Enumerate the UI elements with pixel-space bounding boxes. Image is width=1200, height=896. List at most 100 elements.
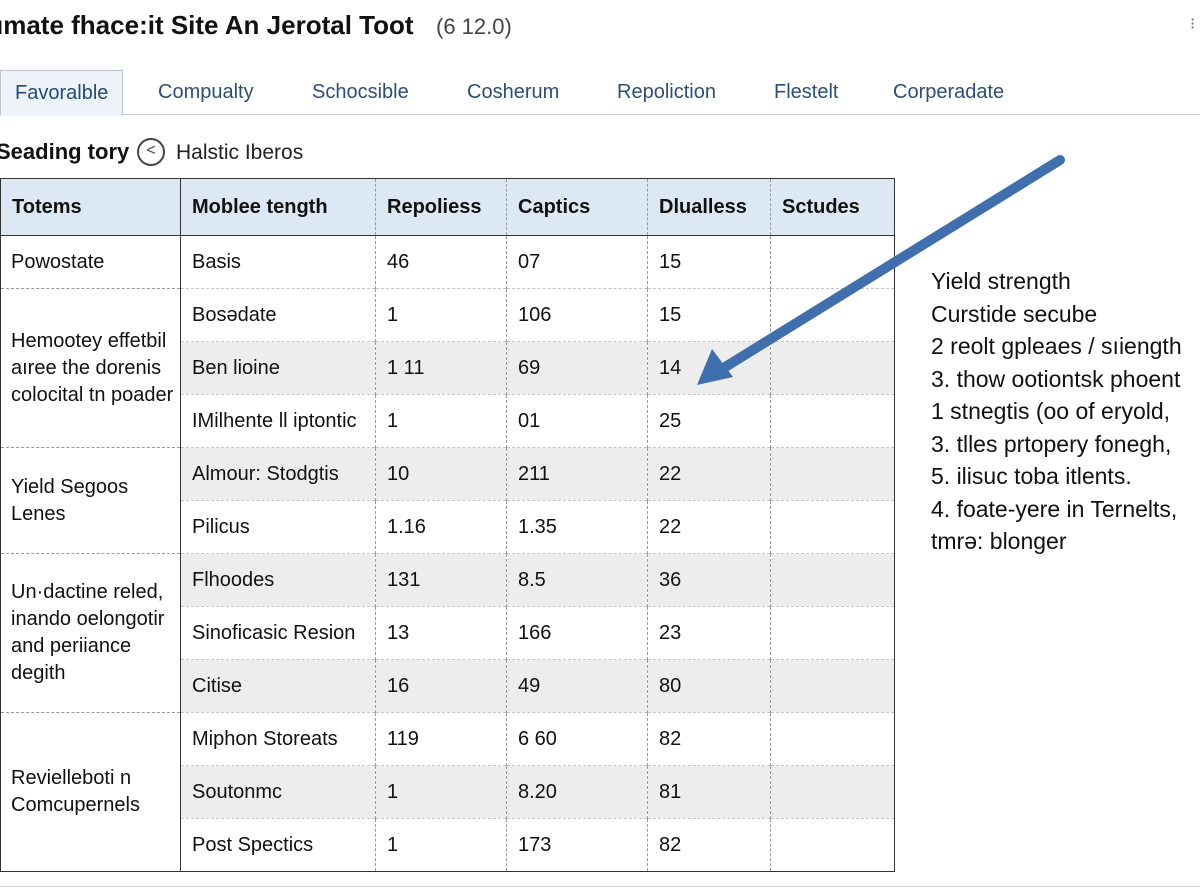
table-cell: 15 — [647, 288, 771, 342]
section-header: Seading tory < Halstic Iberos — [0, 138, 600, 168]
group-label: Yield Segoos Lenes — [0, 447, 181, 554]
section-title: Seading tory — [0, 139, 130, 164]
note-line: 3. tlles prtopery fonegh, — [931, 430, 1172, 457]
group-label: Revielleboti n Comcupernels — [0, 712, 181, 872]
note-line: 1 stnegtis (oo of eryold, — [931, 398, 1171, 424]
table-cell — [770, 765, 895, 819]
tab-schocsible[interactable]: Schocsible — [312, 70, 409, 114]
table-cell: 25 — [647, 394, 771, 448]
table-cell: 46 — [375, 235, 507, 289]
table-cell: 16 — [375, 659, 507, 713]
table-row[interactable]: Revielleboti n Comcupernels Miphon Store… — [0, 712, 895, 872]
table-cell: 106 — [506, 288, 648, 342]
table-cell: 15 — [647, 235, 771, 289]
tab-compualty[interactable]: Compualty — [158, 70, 254, 114]
note-line: Curstide secube — [931, 300, 1098, 327]
table-cell: 131 — [375, 553, 507, 607]
note-line: 3. thow ootiontsk phoent — [931, 365, 1181, 392]
table-cell — [770, 394, 895, 448]
table-cell — [770, 712, 895, 766]
table-cell — [770, 553, 895, 607]
table-cell: 22 — [647, 500, 771, 554]
table-cell: 82 — [647, 712, 771, 766]
chevron-left-icon[interactable]: < — [137, 138, 165, 166]
tab-flestelt[interactable]: Flestelt — [774, 70, 838, 114]
table-cell: 1 — [375, 765, 507, 819]
table-cell: Soutonmc — [180, 765, 376, 819]
table-cell: 119 — [375, 712, 507, 766]
tab-cosherum[interactable]: Cosherum — [467, 70, 559, 114]
table-cell — [770, 500, 895, 554]
table-cell: Ben lioine — [180, 341, 376, 395]
table-cell: 82 — [647, 818, 771, 872]
group-label: Powostate — [0, 235, 181, 289]
table-cell: 01 — [506, 394, 648, 448]
table-cell: 36 — [647, 553, 771, 607]
table-row[interactable]: Yield Segoos Lenes Almour: Stodgtis 10 2… — [0, 447, 895, 554]
table-cell: 10 — [375, 447, 507, 501]
table-cell: Flhoodes — [180, 553, 376, 607]
section-subtitle: Halstic Iberos — [176, 141, 304, 164]
table-cell: 173 — [506, 818, 648, 872]
table-cell — [770, 818, 895, 872]
table-cell: 1 — [375, 288, 507, 342]
window-title: ımate fhace:it Site An Jerotal Toot — [0, 10, 414, 40]
column-header[interactable]: Repoliess — [375, 178, 507, 236]
bottom-divider — [0, 886, 1200, 887]
tab-repoliction[interactable]: Repoliction — [617, 70, 716, 114]
table-cell: 166 — [506, 606, 648, 660]
column-header[interactable]: Sctudes — [770, 178, 895, 236]
table-cell: 1 — [375, 394, 507, 448]
note-line: Yield strength — [931, 268, 1071, 294]
table-cell — [770, 659, 895, 713]
table-cell: 8.20 — [506, 765, 648, 819]
table-cell: 13 — [375, 606, 507, 660]
table-header-row: Totems Moblee tength Repoliess Captics D… — [0, 178, 895, 236]
column-header[interactable]: Moblee tength — [180, 178, 376, 236]
note-line: 5. ilisuc toba itlents. — [931, 463, 1132, 489]
table-row[interactable]: Hemootey effetbil aıree the dorenis colo… — [0, 288, 895, 448]
group-label: Hemootey effetbil aıree the dorenis colo… — [0, 288, 181, 448]
properties-table: Totems Moblee tength Repoliess Captics D… — [0, 178, 895, 872]
table-row[interactable]: Powostate Basis 46 07 15 — [0, 235, 895, 289]
table-cell: 49 — [506, 659, 648, 713]
table-cell — [770, 606, 895, 660]
column-header[interactable]: Dlualless — [647, 178, 771, 236]
table-cell: 6 60 — [506, 712, 648, 766]
table-cell: 1 — [375, 818, 507, 872]
table-cell: 8.5 — [506, 553, 648, 607]
note-line: 4. foate-yere in Ternelts, — [931, 495, 1178, 522]
table-cell — [770, 341, 895, 395]
column-header[interactable]: Totems — [0, 178, 181, 236]
table-cell: 69 — [506, 341, 648, 395]
window-control-icon[interactable]: ⁝ — [1190, 17, 1200, 33]
table-cell: Almour: Stodgtis — [180, 447, 376, 501]
table-cell: Post Spectics — [180, 818, 376, 872]
table-cell: 22 — [647, 447, 771, 501]
table-cell: 07 — [506, 235, 648, 289]
note-line: tmrə: blonger — [931, 528, 1067, 554]
table-cell: Pilicus — [180, 500, 376, 554]
table-cell: 14 — [647, 341, 771, 395]
table-cell: 211 — [506, 447, 648, 501]
column-header[interactable]: Captics — [506, 178, 648, 236]
table-cell: Basis — [180, 235, 376, 289]
notes-panel: Yield strength Curstide secube 2 reolt g… — [931, 265, 1200, 558]
table-cell — [770, 288, 895, 342]
table-cell: 80 — [647, 659, 771, 713]
table-cell — [770, 235, 895, 289]
table-cell: Bosədate — [180, 288, 376, 342]
table-cell: Sinoficasic Resion — [180, 606, 376, 660]
table-cell: 23 — [647, 606, 771, 660]
version-label: (6 12.0) — [436, 14, 512, 39]
table-cell: Miphon Storeats — [180, 712, 376, 766]
group-label: Un·dactine reled, inando oelongotir and … — [0, 553, 181, 713]
table-cell: 81 — [647, 765, 771, 819]
tab-bar: Favoralble Compualty Schocsible Cosherum… — [0, 70, 1200, 116]
tab-favoralble[interactable]: Favoralble — [0, 70, 124, 116]
table-cell: 1.35 — [506, 500, 648, 554]
tab-corperadate[interactable]: Corperadate — [893, 70, 1004, 114]
table-cell: IMilhente ll iptontic — [180, 394, 376, 448]
table-cell: 1.16 — [375, 500, 507, 554]
table-row[interactable]: Un·dactine reled, inando oelongotir and … — [0, 553, 895, 713]
